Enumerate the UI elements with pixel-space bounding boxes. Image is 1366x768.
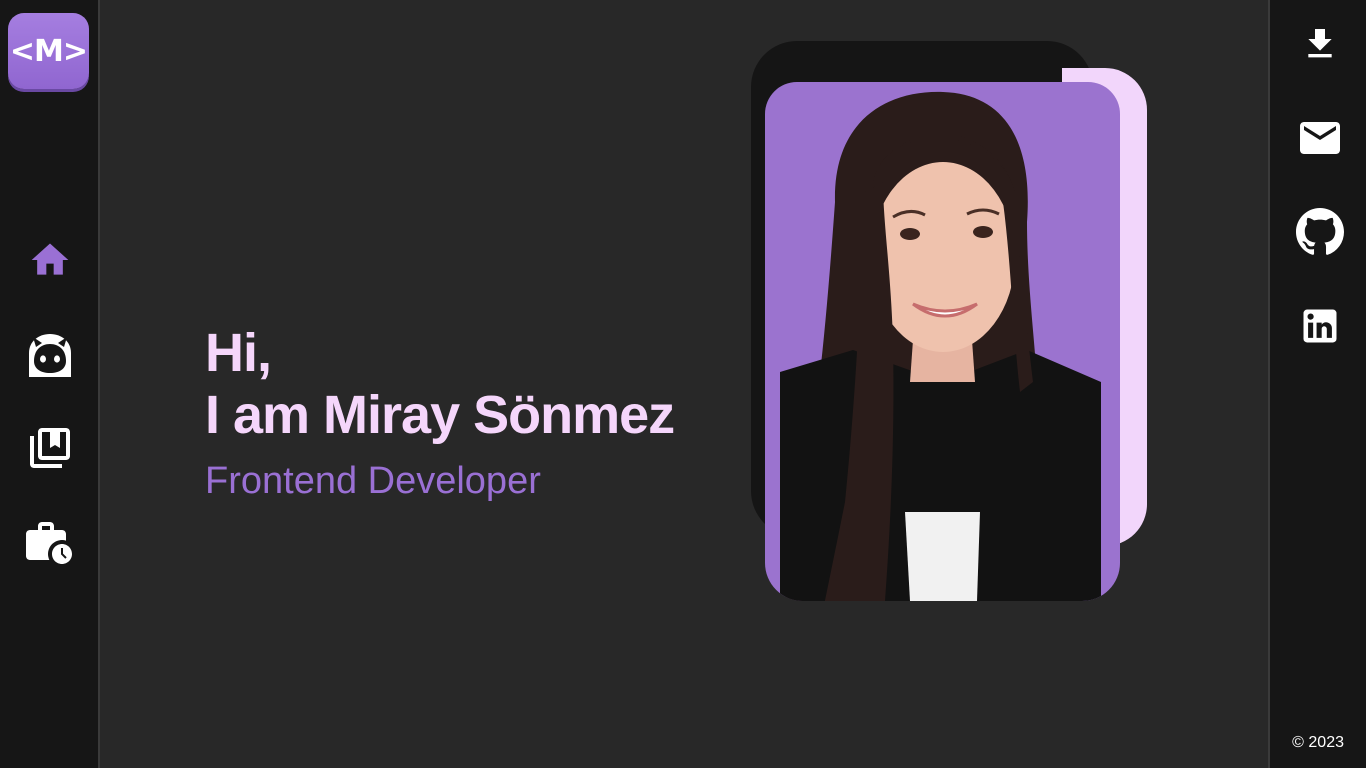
linkedin-icon — [1303, 309, 1337, 343]
site-logo[interactable]: <M> — [8, 13, 89, 89]
nav-about[interactable] — [24, 330, 76, 382]
profile-photo — [765, 82, 1120, 601]
cat-face-icon — [29, 334, 71, 377]
logo-text: <M> — [9, 33, 88, 69]
nav-experience[interactable] — [24, 516, 76, 568]
download-icon — [1308, 29, 1332, 58]
hero-greeting: Hi, — [205, 323, 272, 383]
bookmarks-icon — [30, 428, 70, 468]
download-cv-button[interactable] — [1296, 20, 1344, 68]
right-sidebar: © 2023 — [1268, 0, 1366, 768]
work-history-icon — [26, 522, 72, 564]
mail-icon — [1300, 122, 1340, 154]
copyright: © 2023 — [1292, 734, 1344, 751]
github-icon — [1296, 208, 1344, 255]
email-link[interactable] — [1296, 114, 1344, 162]
hero-role: Frontend Developer — [205, 460, 541, 502]
nav-portfolio[interactable] — [24, 422, 76, 474]
hero-name: I am Miray Sönmez — [205, 385, 675, 445]
home-icon — [31, 243, 69, 275]
left-sidebar: <M> — [0, 0, 100, 768]
hero: Hi, I am Miray Sönmez Frontend Developer — [205, 322, 675, 504]
nav-home[interactable] — [24, 234, 76, 286]
github-link[interactable] — [1296, 208, 1344, 256]
linkedin-link[interactable] — [1296, 302, 1344, 350]
